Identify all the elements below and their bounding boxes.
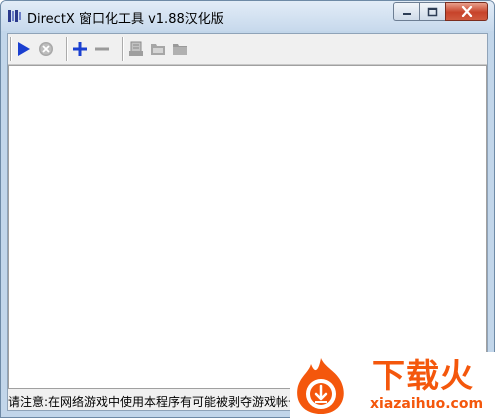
title-bar[interactable]: DirectX 窗口化工具 v1.88汉化版 (1, 1, 494, 31)
play-button[interactable] (13, 39, 34, 60)
edit-icon (128, 41, 143, 56)
toolbar-group-file (122, 37, 190, 61)
close-icon (461, 6, 472, 17)
open-folder-button[interactable] (147, 39, 168, 60)
maximize-icon (427, 7, 438, 16)
watermark-domain: xiazaihuo.com (370, 396, 484, 412)
add-icon (72, 42, 87, 56)
status-text: 请注意:在网络游戏中使用本程序有可能被剥夺游戏帐号 (8, 395, 301, 409)
window-title: DirectX 窗口化工具 v1.88汉化版 (27, 12, 224, 27)
folder-icon (172, 44, 187, 55)
caption-buttons (393, 2, 488, 22)
app-icon[interactable] (7, 8, 23, 24)
stop-button[interactable] (35, 39, 56, 60)
game-list-area[interactable] (8, 65, 487, 389)
minimize-button[interactable] (393, 2, 419, 21)
remove-icon (94, 47, 109, 51)
stop-icon (38, 42, 53, 56)
flame-logo-icon (297, 358, 344, 414)
add-button[interactable] (69, 39, 90, 60)
close-button[interactable] (445, 2, 488, 21)
remove-button[interactable] (91, 39, 112, 60)
watermark: 下载火 xiazaihuo.com (290, 352, 495, 418)
toolbar-group-run (10, 37, 56, 61)
open-folder-icon (150, 44, 165, 55)
edit-button[interactable] (125, 39, 146, 60)
toolbar (8, 34, 487, 65)
minimize-icon (402, 12, 411, 15)
watermark-title: 下载火 (372, 356, 474, 395)
toolbar-group-list (66, 37, 112, 61)
play-icon (17, 42, 30, 56)
maximize-button[interactable] (419, 2, 445, 21)
folder-button[interactable] (169, 39, 190, 60)
